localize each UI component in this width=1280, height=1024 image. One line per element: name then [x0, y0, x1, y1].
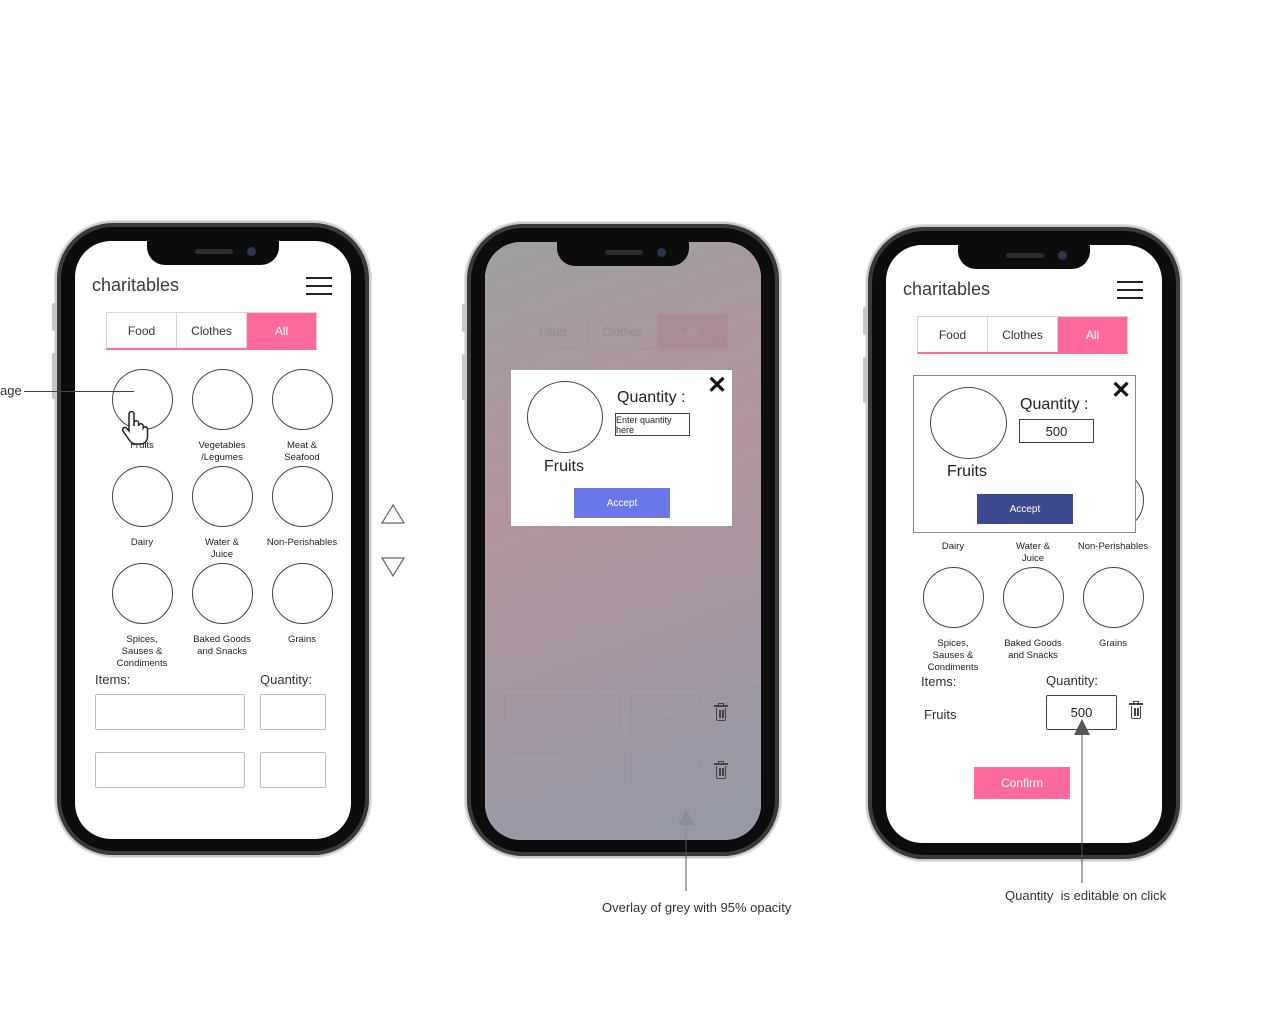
quantity-field-2[interactable]: [260, 752, 326, 788]
tab-food[interactable]: Food: [918, 317, 988, 352]
category-image-placeholder: [191, 563, 253, 624]
category-vegetables[interactable]: Vegetables/Legumes: [182, 369, 262, 464]
category-label: Spices, Sauses & Condiments: [927, 638, 979, 673]
close-icon[interactable]: ✕: [1111, 379, 1131, 403]
category-label: Baked Goods and Snacks: [1004, 638, 1062, 661]
category-image-placeholder: [111, 466, 173, 527]
category-baked-goods[interactable]: Baked Goods and Snacks: [182, 563, 262, 658]
annotation-cut-left: age: [0, 383, 22, 398]
category-image-placeholder: [1082, 567, 1144, 628]
notch: [147, 241, 279, 265]
item-field-1[interactable]: [95, 694, 245, 730]
tab-clothes[interactable]: Clothes: [988, 317, 1058, 352]
annotation-overlay: Overlay of grey with 95% opacity: [602, 900, 792, 915]
panel-item-name: Fruits: [947, 463, 987, 480]
category-label: Water & Juice: [1016, 541, 1050, 564]
category-image-placeholder: [271, 563, 333, 624]
trash-icon-2[interactable]: [714, 761, 728, 779]
screen-category-list: charitables Food Clothes All Fruits Veget…: [75, 241, 351, 839]
notch: [557, 242, 689, 266]
category-image-placeholder: [271, 369, 333, 430]
item-field-2[interactable]: [95, 752, 245, 788]
category-label: Vegetables/Legumes: [198, 440, 246, 463]
items-label: Items:: [95, 672, 131, 687]
scroll-up-icon[interactable]: [381, 504, 405, 524]
phone-mockup-1: charitables Food Clothes All Fruits Veget…: [52, 221, 371, 857]
annotation-line-left: [24, 391, 134, 392]
category-label: Dairy: [941, 541, 965, 552]
trash-icon-1[interactable]: [714, 703, 728, 721]
item-image-placeholder: [527, 381, 603, 453]
category-image-placeholder: [191, 369, 253, 430]
quantity-label: Quantity:: [1046, 673, 1099, 688]
close-icon[interactable]: ✕: [707, 374, 727, 398]
phone-mockup-2: Food Clothes All: [462, 222, 781, 858]
tab-all[interactable]: All: [1058, 317, 1127, 352]
trash-icon[interactable]: [1129, 701, 1143, 719]
modal-quantity-input[interactable]: Enter quantity here: [615, 413, 690, 436]
category-label: Dairy: [130, 537, 154, 548]
category-label: Spices, Sauses & Condiments: [116, 634, 168, 669]
category-image-placeholder: [191, 466, 253, 527]
notch: [958, 245, 1090, 269]
grey-overlay: [485, 242, 761, 840]
cart-item-name: Fruits: [924, 707, 957, 722]
category-label: Meat & Seafood: [284, 440, 320, 463]
panel-quantity-label: Quantity :: [1020, 396, 1089, 413]
accept-button[interactable]: Accept: [977, 494, 1073, 524]
phone-mockup-3: charitables Food Clothes All FruitsVeget…: [863, 225, 1182, 861]
modal-quantity-label: Quantity :: [617, 389, 686, 406]
category-image-placeholder: [111, 563, 173, 624]
brand-title: charitables: [903, 279, 991, 299]
category-water-juice[interactable]: Water & Juice: [182, 466, 262, 561]
category-spices[interactable]: Spices, Sauses & Condiments: [102, 563, 182, 670]
category-label: Baked Goods and Snacks: [193, 634, 251, 657]
category-label: Non-Perishables: [1077, 541, 1149, 552]
category-image-placeholder: [922, 567, 984, 628]
tab-all[interactable]: All: [247, 313, 316, 348]
panel-quantity-input[interactable]: 500: [1019, 419, 1094, 443]
category-tabs: Food Clothes All: [917, 316, 1128, 354]
quantity-field-1[interactable]: [260, 694, 326, 730]
category-label: Grains: [1099, 638, 1127, 649]
category-image-placeholder: [271, 466, 333, 527]
category-label: Grains: [288, 634, 316, 645]
category-grains[interactable]: Grains: [1073, 567, 1153, 650]
quantity-panel: Fruits Quantity : 500 ✕ Accept: [913, 375, 1136, 533]
tab-clothes[interactable]: Clothes: [177, 313, 247, 348]
hamburger-menu-icon[interactable]: [306, 277, 332, 296]
quantity-label: Quantity:: [260, 672, 313, 687]
category-label: Water & Juice: [205, 537, 239, 560]
brand-title: charitables: [92, 275, 180, 295]
hand-cursor-icon: [121, 411, 149, 445]
confirm-button[interactable]: Confirm: [974, 767, 1070, 799]
accept-button[interactable]: Accept: [574, 488, 670, 518]
annotation-editable: Quantity is editable on click: [1005, 888, 1167, 903]
category-spices[interactable]: Spices, Sauses & Condiments: [913, 567, 993, 674]
category-non-perishables[interactable]: Non-Perishables: [262, 466, 342, 549]
hamburger-menu-icon[interactable]: [1117, 281, 1143, 300]
annotation-arrow-editable: [1074, 719, 1090, 883]
category-tabs: Food Clothes All: [106, 312, 317, 350]
quantity-modal: Fruits Quantity : Enter quantity here ✕ …: [511, 370, 732, 526]
category-baked-goods[interactable]: Baked Goods and Snacks: [993, 567, 1073, 662]
tab-food[interactable]: Food: [107, 313, 177, 348]
category-image-placeholder: [1002, 567, 1064, 628]
category-grains[interactable]: Grains: [262, 563, 342, 646]
screen-cart-filled: charitables Food Clothes All FruitsVeget…: [886, 245, 1162, 843]
category-label: Non-Perishables: [266, 537, 338, 548]
modal-item-name: Fruits: [544, 458, 584, 475]
item-image-placeholder: [930, 387, 1007, 459]
items-label: Items:: [921, 674, 957, 689]
category-dairy[interactable]: Dairy: [102, 466, 182, 549]
scroll-down-icon[interactable]: [381, 557, 405, 577]
screen-modal-overlay: Food Clothes All: [485, 242, 761, 840]
category-meat-seafood[interactable]: Meat & Seafood: [262, 369, 342, 464]
